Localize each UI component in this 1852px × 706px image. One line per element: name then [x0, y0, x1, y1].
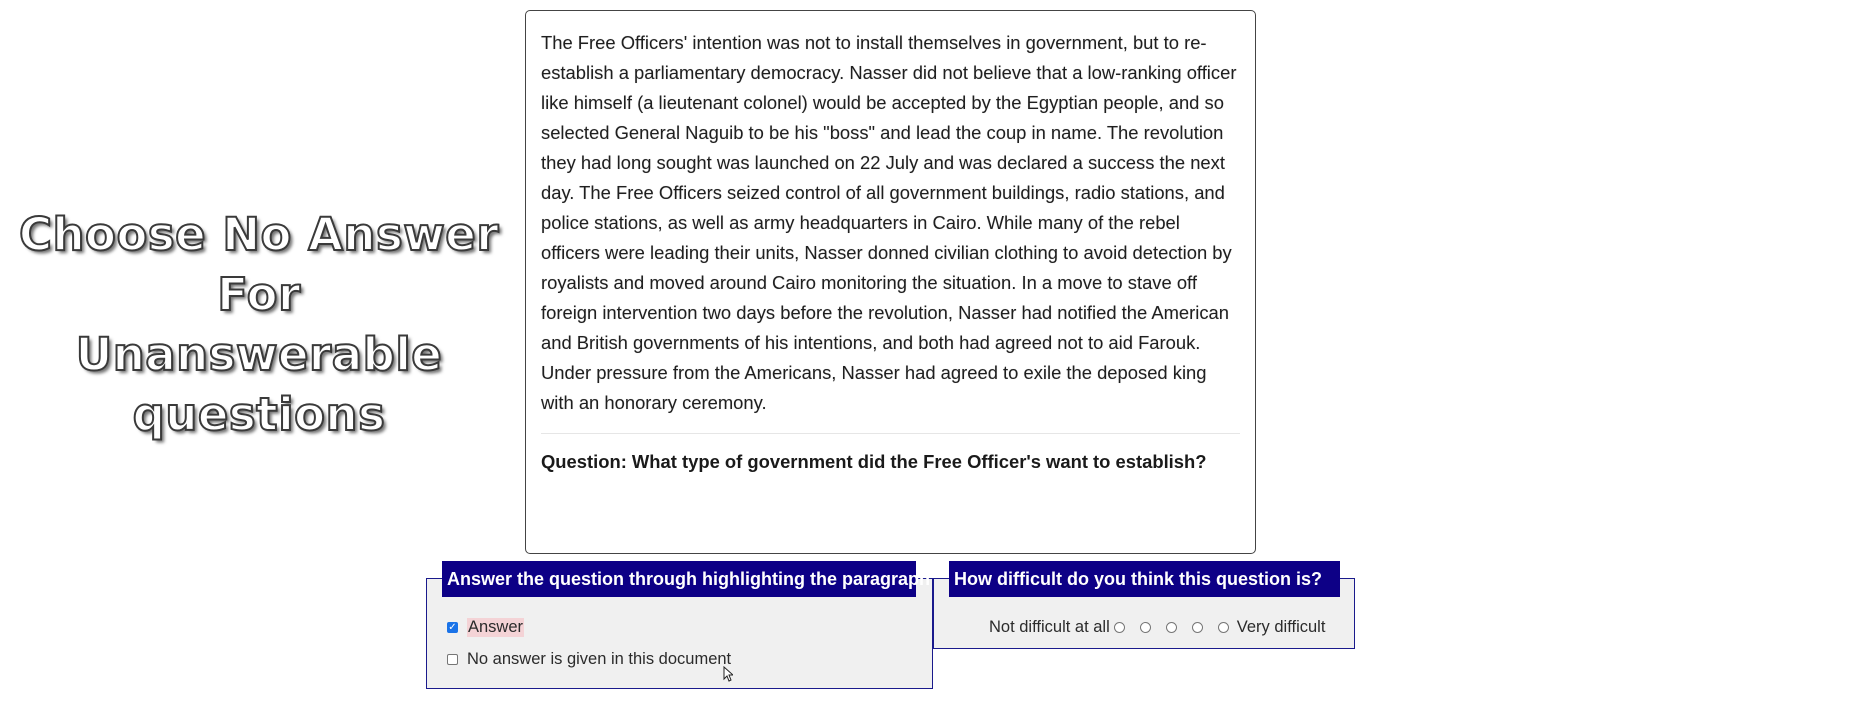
difficulty-radio-1[interactable]	[1113, 622, 1125, 633]
banner-line: Unanswerable	[75, 327, 443, 382]
divider	[541, 433, 1240, 434]
banner-line: questions	[132, 387, 386, 442]
answer-option[interactable]: ✓ Answer	[447, 618, 525, 637]
no-answer-option[interactable]: No answer is given in this document	[447, 650, 731, 669]
difficulty-scale: Not difficult at all Very difficult	[989, 618, 1325, 637]
no-answer-checkbox[interactable]	[447, 654, 458, 665]
banner-line: Choose No Answer	[18, 207, 500, 262]
difficulty-radio-4[interactable]	[1191, 622, 1203, 633]
difficulty-panel-legend: How difficult do you think this question…	[949, 561, 1340, 597]
question-text: Question: What type of government did th…	[541, 451, 1207, 472]
passage-text[interactable]: The Free Officers' intention was not to …	[541, 28, 1240, 418]
passage-card: The Free Officers' intention was not to …	[525, 10, 1256, 554]
difficulty-radio-2[interactable]	[1139, 622, 1151, 633]
answer-checkbox[interactable]: ✓	[447, 622, 458, 633]
answer-panel-legend: Answer the question through highlighting…	[442, 561, 930, 597]
difficulty-panel: How difficult do you think this question…	[933, 561, 1355, 649]
no-answer-option-label: No answer is given in this document	[467, 650, 732, 668]
banner-line: For	[216, 267, 301, 322]
answer-panel: Answer the question through highlighting…	[426, 561, 933, 689]
mouse-cursor-icon	[723, 666, 733, 682]
answer-option-label: Answer	[467, 618, 525, 637]
difficulty-radio-5[interactable]	[1217, 622, 1229, 633]
instruction-banner: Choose No Answer For Unanswerable questi…	[14, 205, 504, 445]
difficulty-min-label: Not difficult at all	[989, 618, 1110, 636]
difficulty-radio-3[interactable]	[1165, 622, 1177, 633]
difficulty-max-label: Very difficult	[1236, 618, 1326, 636]
